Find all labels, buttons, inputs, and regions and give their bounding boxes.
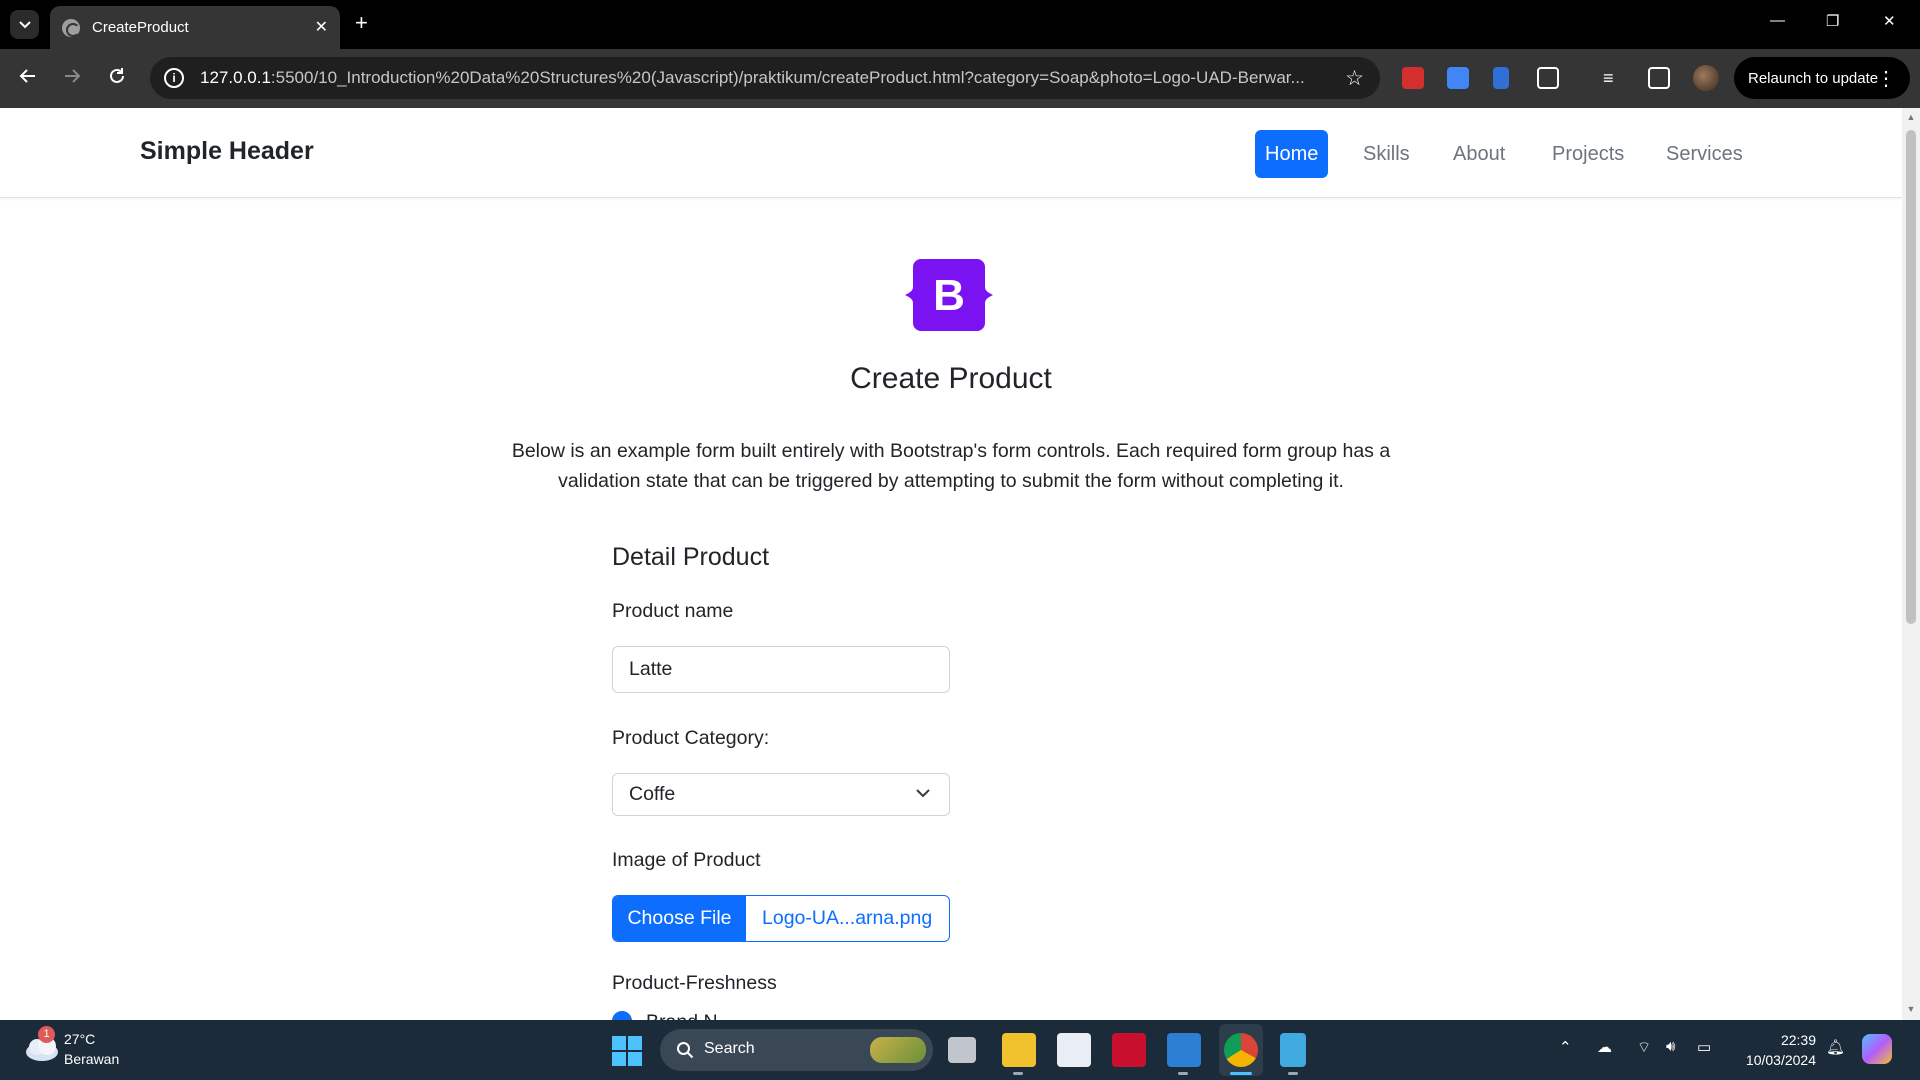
clock-time: 22:39 [1780, 1032, 1816, 1048]
close-tab-icon[interactable]: ✕ [315, 19, 328, 36]
taskbar-search-label: Search [704, 1040, 755, 1057]
freshness-label: Product-Freshness [612, 972, 777, 994]
lead-paragraph: Below is an example form built entirely … [511, 440, 1391, 492]
page-scrollbar[interactable]: ▲ ▼ [1902, 108, 1920, 1020]
notepad-icon[interactable] [1280, 1033, 1306, 1067]
temperature: 27°C [64, 1031, 96, 1047]
site-brand[interactable]: Simple Header [140, 137, 314, 166]
back-button[interactable] [14, 65, 42, 93]
category-select[interactable]: Coffe [612, 773, 950, 816]
nav-about[interactable]: About [1443, 130, 1515, 178]
browser-tab[interactable]: CreateProduct ✕ [50, 6, 340, 49]
chevron-down-icon [18, 20, 31, 28]
freshness-option-1-label: Brand N... [646, 1011, 734, 1020]
search-highlight-image [870, 1037, 926, 1063]
logo-letter: B [933, 271, 965, 320]
new-tab-button[interactable]: + [355, 12, 368, 34]
scroll-down-icon[interactable]: ▼ [1906, 1004, 1916, 1014]
reload-icon [110, 68, 124, 83]
scroll-thumb[interactable] [1906, 130, 1916, 624]
arrow-left-icon [19, 69, 35, 83]
product-name-input[interactable]: Latte [612, 646, 950, 693]
product-name-label: Product name [612, 600, 734, 622]
nav-home[interactable]: Home [1255, 130, 1329, 178]
restore-button[interactable]: ❐ [1826, 12, 1839, 30]
vscode-indicator [1178, 1072, 1188, 1075]
selected-file-name: Logo-UA...arna.png [762, 907, 933, 929]
search-icon [677, 1042, 694, 1059]
scroll-up-icon[interactable]: ▲ [1906, 112, 1916, 122]
google-translate-icon[interactable] [1447, 67, 1469, 89]
image-label: Image of Product [612, 849, 761, 871]
category-label: Product Category: [612, 727, 770, 749]
more-menu-icon[interactable]: ⋮ [1876, 66, 1896, 91]
mcafee-icon[interactable] [1112, 1033, 1146, 1067]
copilot-icon[interactable] [1862, 1034, 1892, 1064]
task-view-icon[interactable] [948, 1037, 976, 1063]
forward-button[interactable] [58, 65, 86, 93]
file-explorer-icon[interactable] [1002, 1033, 1036, 1067]
globe-icon [62, 18, 80, 37]
extension-mega-icon[interactable] [1402, 67, 1424, 89]
microsoft-store-icon[interactable] [1057, 1033, 1091, 1067]
extensions-puzzle-icon[interactable] [1537, 67, 1559, 89]
nav-skills[interactable]: Skills [1353, 130, 1420, 178]
page-title: Create Product [850, 362, 1052, 395]
tab-title: CreateProduct [92, 19, 189, 36]
site-info-icon[interactable]: i [164, 68, 184, 88]
chrome-indicator [1230, 1072, 1252, 1075]
clock-date: 10/03/2024 [1745, 1052, 1816, 1068]
browser-toolbar: i 127.0.0.1:5500/10_Introduction%20Data%… [0, 49, 1920, 108]
reload-button[interactable] [103, 65, 131, 93]
battery-icon[interactable]: ▭ [1697, 1038, 1711, 1056]
bookmark-star-icon[interactable]: ☆ [1345, 66, 1364, 91]
category-selected-value: Coffe [629, 783, 676, 805]
file-explorer-indicator [1013, 1072, 1023, 1075]
vscode-icon[interactable] [1167, 1033, 1201, 1067]
image-file-input[interactable]: Choose File Logo-UA...arna.png [612, 895, 950, 942]
arrow-right-icon [65, 69, 81, 83]
close-window-button[interactable]: ✕ [1883, 12, 1896, 30]
relaunch-label: Relaunch to update [1748, 69, 1879, 87]
tray-overflow-icon[interactable]: ⌃ [1559, 1038, 1572, 1056]
windows-start-icon[interactable] [612, 1036, 642, 1066]
browser-tab-bar: CreateProduct ✕ + — ❐ ✕ [0, 0, 1920, 49]
nav-projects[interactable]: Projects [1542, 130, 1634, 178]
weather-alert-badge: 1 [38, 1026, 55, 1043]
weather-condition: Berawan [64, 1051, 120, 1067]
profile-avatar[interactable] [1693, 65, 1719, 91]
bootstrap-logo: B [905, 259, 993, 331]
wifi-icon[interactable]: ⌔ [1637, 1038, 1651, 1057]
chrome-icon[interactable] [1224, 1033, 1258, 1067]
taskbar-search[interactable]: Search [660, 1029, 933, 1071]
choose-file-button[interactable]: Choose File [613, 896, 746, 941]
side-panel-icon[interactable] [1648, 67, 1670, 89]
chevron-down-icon [916, 789, 930, 798]
extension-document-icon[interactable] [1493, 67, 1509, 89]
media-control-icon[interactable]: ≡ [1603, 67, 1625, 89]
freshness-radio-1[interactable] [612, 1011, 632, 1020]
volume-icon[interactable]: 🔊︎ [1666, 1038, 1675, 1055]
onedrive-icon[interactable]: ☁ [1597, 1038, 1612, 1056]
page-viewport: Simple Header Home Skills About Projects… [0, 108, 1902, 1020]
relaunch-button[interactable]: Relaunch to update ⋮ [1734, 57, 1910, 99]
notification-bell-icon[interactable]: 🔔︎ [1826, 1038, 1845, 1056]
notepad-indicator [1288, 1072, 1298, 1075]
minimize-button[interactable]: — [1770, 12, 1785, 29]
address-bar[interactable]: i 127.0.0.1:5500/10_Introduction%20Data%… [150, 57, 1380, 99]
section-title: Detail Product [612, 543, 770, 571]
site-header: Simple Header Home Skills About Projects… [0, 108, 1902, 198]
taskbar: 1 27°C Berawan Search ⌃ ☁ ⌔ 🔊︎ ▭ 22:39 1… [0, 1020, 1920, 1080]
url-text[interactable]: 127.0.0.1:5500/10_Introduction%20Data%20… [200, 68, 1330, 88]
nav-services[interactable]: Services [1656, 130, 1753, 178]
tab-search-button[interactable] [10, 10, 39, 39]
system-clock[interactable]: 22:39 10/03/2024 [1736, 1030, 1816, 1070]
